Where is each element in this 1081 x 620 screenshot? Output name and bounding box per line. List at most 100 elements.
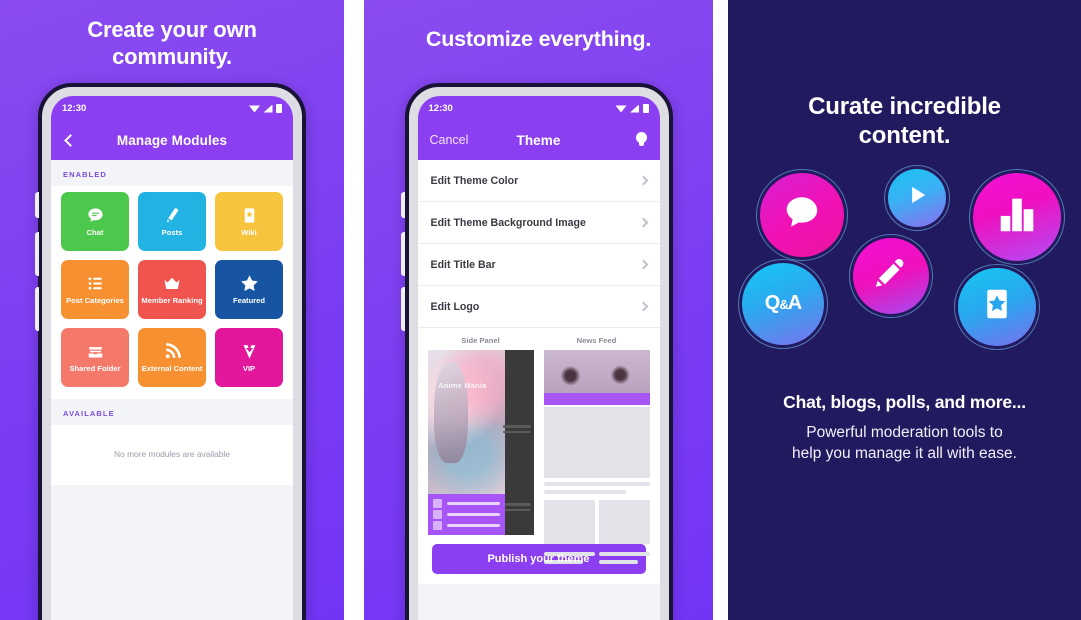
side-panel-dark-lines bbox=[502, 422, 531, 436]
news-feed-hero-image bbox=[543, 350, 650, 393]
battery-icon bbox=[276, 103, 282, 113]
app-bar-manage-modules: Manage Modules bbox=[51, 120, 293, 160]
blog-pencil-circle[interactable] bbox=[849, 233, 933, 318]
chat-bubble-icon bbox=[86, 205, 105, 226]
circle-outline-ring bbox=[756, 168, 848, 261]
side-panel-mock: Anime Mania bbox=[427, 350, 534, 535]
cancel-button[interactable]: Cancel bbox=[430, 133, 469, 147]
rss-icon bbox=[163, 341, 182, 362]
module-label: External Content bbox=[141, 364, 203, 374]
module-tile-shared-folder[interactable]: Shared Folder bbox=[61, 328, 129, 387]
chevron-right-icon bbox=[638, 301, 648, 312]
section-header-enabled: ENABLED bbox=[51, 160, 293, 186]
status-icons bbox=[615, 103, 649, 113]
side-panel-preview-label: Side Panel bbox=[461, 336, 500, 345]
phone-side-button-bottom bbox=[401, 287, 405, 331]
qa-circle[interactable]: Q&A bbox=[738, 258, 828, 349]
news-feed-card bbox=[543, 407, 650, 478]
module-tile-post-categories[interactable]: Post Categories bbox=[61, 260, 129, 319]
module-tile-posts[interactable]: Posts bbox=[138, 192, 206, 251]
poll-chart-circle[interactable] bbox=[969, 168, 1065, 265]
status-bar: 12:30 bbox=[51, 96, 293, 120]
circle-outline-ring bbox=[969, 168, 1065, 265]
status-time: 12:30 bbox=[62, 102, 87, 114]
app-bar-theme: Cancel Theme bbox=[417, 120, 660, 160]
vip-chevron-icon bbox=[240, 341, 259, 362]
panel3-body-line2: help you manage it all with ease. bbox=[792, 445, 1017, 463]
chevron-right-icon bbox=[638, 217, 648, 228]
folder-icon bbox=[86, 341, 105, 362]
theme-row-label: Edit Theme Background Image bbox=[430, 216, 586, 229]
panel-create-community: Create your own community. 12:30 Manage … bbox=[0, 0, 344, 620]
theme-row-label: Edit Title Bar bbox=[430, 258, 496, 271]
circle-outline-ring bbox=[954, 263, 1040, 350]
module-label: VIP bbox=[242, 364, 256, 374]
news-feed-line bbox=[543, 489, 627, 494]
phone-screen-theme: 12:30 Cancel Theme Edit Theme Color Edit… bbox=[417, 96, 660, 620]
news-feed-preview[interactable]: News Feed bbox=[543, 336, 650, 564]
theme-row-label: Edit Theme Color bbox=[430, 174, 519, 187]
news-feed-card-row bbox=[543, 499, 650, 544]
circle-outline-ring bbox=[884, 164, 950, 231]
status-time: 12:30 bbox=[428, 102, 453, 114]
chat-bubble-circle[interactable] bbox=[756, 168, 848, 261]
phone-mockup-theme: 12:30 Cancel Theme Edit Theme Color Edit… bbox=[401, 83, 673, 620]
module-label: Chat bbox=[86, 228, 104, 238]
news-feed-accent-strip bbox=[543, 392, 650, 406]
status-bar: 12:30 bbox=[417, 96, 660, 120]
phone-screen-modules: 12:30 Manage Modules ENABLED Chat Posts … bbox=[51, 96, 293, 620]
panel-divider-2 bbox=[713, 0, 728, 620]
modules-grid: Chat Posts Wiki Post Categories Member R… bbox=[51, 186, 293, 399]
list-icon bbox=[86, 273, 105, 294]
artwork-image bbox=[427, 350, 505, 495]
module-label: Post Categories bbox=[66, 296, 124, 306]
panel1-headline: Create your own community. bbox=[0, 0, 344, 71]
side-panel-preview[interactable]: Side Panel Anime Mania bbox=[427, 336, 534, 535]
panel-customize-everything: Customize everything. 12:30 Cancel Theme bbox=[364, 0, 713, 620]
panel3-body-line1: Powerful moderation tools to bbox=[806, 423, 1003, 441]
module-tile-chat[interactable]: Chat bbox=[61, 192, 129, 251]
featured-star-circle[interactable] bbox=[954, 263, 1040, 350]
section-header-available: AVAILABLE bbox=[51, 399, 293, 425]
panel3-subhead: Chat, blogs, polls, and more... bbox=[783, 391, 1026, 412]
theme-row-edit-logo[interactable]: Edit Logo bbox=[417, 286, 660, 328]
theme-options-list: Edit Theme Color Edit Theme Background I… bbox=[417, 160, 660, 328]
panel-curate-content: Curate incredible content. Q&A Chat, blo… bbox=[728, 0, 1081, 620]
video-play-circle[interactable] bbox=[884, 164, 950, 231]
module-tile-external-content[interactable]: External Content bbox=[138, 328, 206, 387]
theme-row-label: Edit Logo bbox=[430, 300, 480, 313]
module-tile-vip[interactable]: VIP bbox=[215, 328, 283, 387]
status-icons bbox=[249, 103, 282, 113]
news-feed-line bbox=[543, 481, 650, 486]
side-panel-menu-mock bbox=[427, 494, 505, 535]
panel3-headline-line2: content. bbox=[858, 122, 951, 150]
phone-side-button-top bbox=[401, 192, 405, 218]
star-icon bbox=[239, 273, 260, 294]
artwork-title: Anime Mania bbox=[438, 381, 487, 391]
crown-icon bbox=[162, 273, 182, 294]
module-tile-member-ranking[interactable]: Member Ranking bbox=[138, 260, 206, 319]
module-tile-featured[interactable]: Featured bbox=[215, 260, 283, 319]
panel3-headline: Curate incredible content. bbox=[728, 0, 1081, 151]
theme-row-edit-background-image[interactable]: Edit Theme Background Image bbox=[417, 202, 660, 244]
light-bulb-icon[interactable] bbox=[635, 132, 648, 148]
theme-row-edit-title-bar[interactable]: Edit Title Bar bbox=[417, 244, 660, 286]
news-feed-mock bbox=[543, 350, 650, 564]
module-label: Posts bbox=[161, 228, 183, 238]
panel1-headline-line2: community. bbox=[112, 43, 232, 69]
chevron-right-icon bbox=[638, 259, 648, 270]
panel3-headline-line1: Curate incredible bbox=[808, 93, 1001, 120]
phone-side-button-bottom bbox=[34, 287, 39, 331]
app-store-screenshot-gallery: Create your own community. 12:30 Manage … bbox=[0, 0, 1081, 620]
panel-divider-1 bbox=[344, 0, 364, 620]
module-label: Shared Folder bbox=[69, 364, 121, 374]
back-chevron-icon[interactable] bbox=[64, 133, 77, 147]
module-label: Wiki bbox=[241, 228, 257, 238]
module-tile-wiki[interactable]: Wiki bbox=[215, 192, 283, 251]
panel3-caption: Chat, blogs, polls, and more... Powerful… bbox=[728, 392, 1081, 465]
panel2-headline-line1: Customize everything. bbox=[425, 27, 652, 51]
phone-side-button-mid bbox=[401, 232, 405, 276]
circle-outline-ring bbox=[849, 233, 933, 318]
battery-icon bbox=[642, 103, 649, 113]
theme-row-edit-theme-color[interactable]: Edit Theme Color bbox=[417, 160, 660, 202]
